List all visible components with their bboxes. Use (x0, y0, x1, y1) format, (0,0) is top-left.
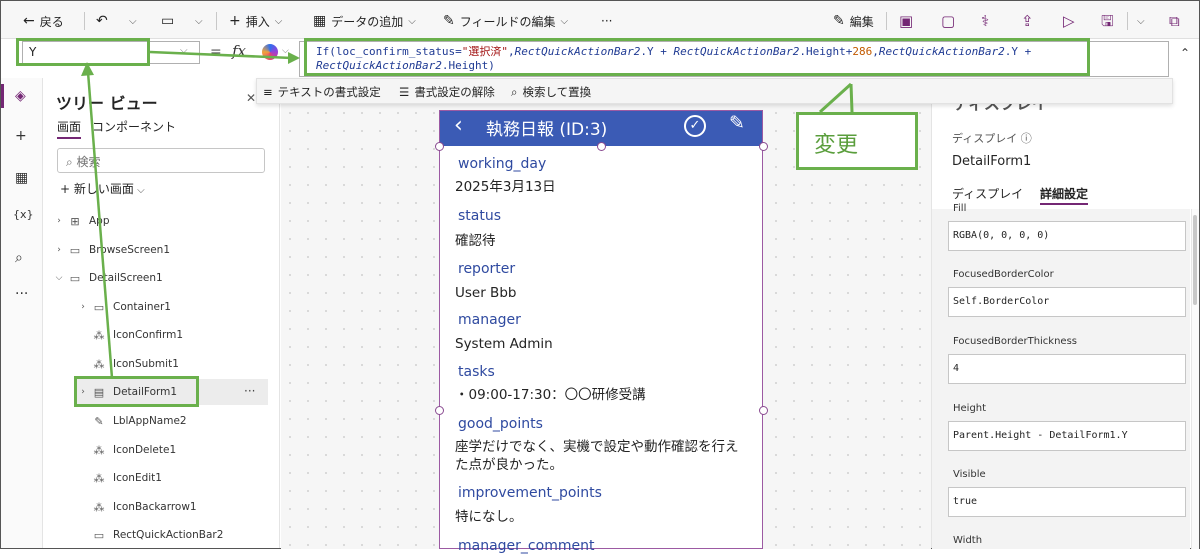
annotation-callout: 変更 (796, 112, 918, 170)
annotation-arrow-line (86, 71, 114, 379)
annotation-arrows (81, 50, 854, 379)
annotation-callout-pointer (849, 83, 854, 113)
annotation-arrow-line (149, 50, 293, 60)
annotation-callout-pointer (818, 82, 853, 114)
annotation-arrow-head (81, 62, 94, 76)
annotation-arrow-head (288, 52, 300, 64)
